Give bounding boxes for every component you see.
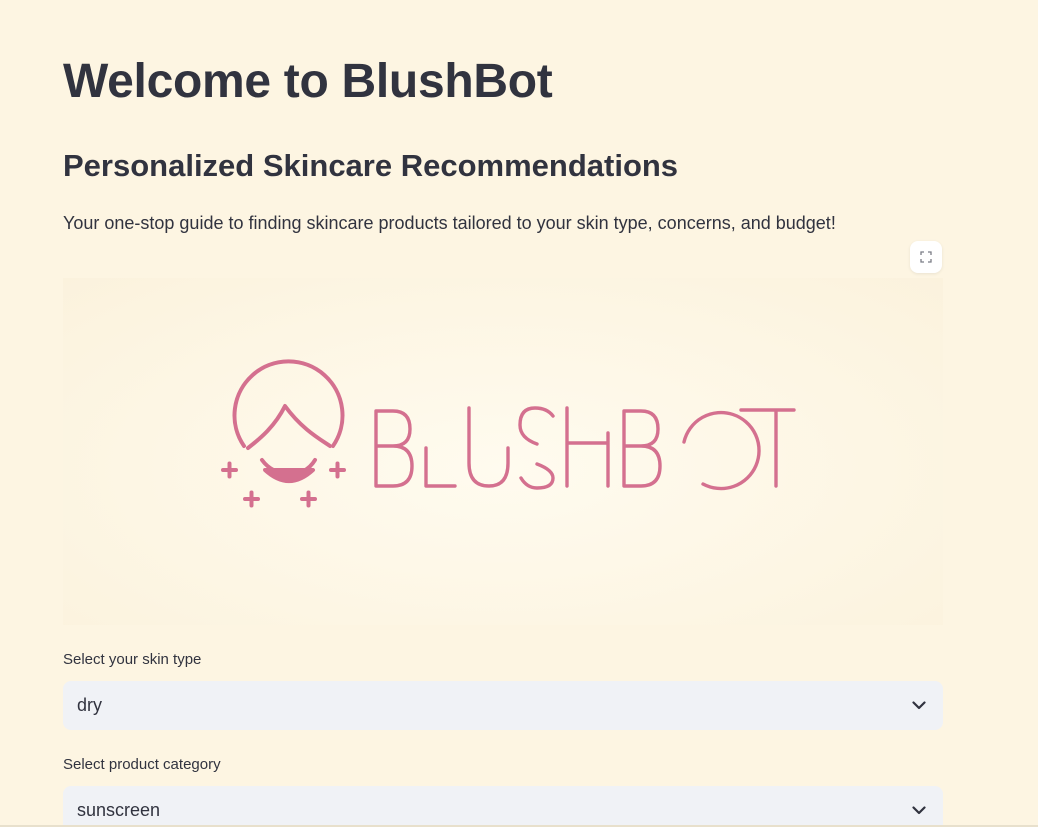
product-category-select[interactable]: sunscreen [63, 786, 943, 827]
chevron-down-icon [909, 696, 929, 716]
product-category-label: Select product category [63, 756, 221, 773]
product-category-value: sunscreen [77, 800, 161, 820]
blushbot-logo-image [63, 278, 943, 625]
fullscreen-icon [920, 251, 932, 263]
blushbot-logo [221, 359, 796, 508]
fullscreen-button[interactable] [910, 241, 942, 273]
page-title: Welcome to BlushBot [63, 55, 553, 108]
skin-type-label: Select your skin type [63, 651, 202, 668]
skin-type-select[interactable]: dry [63, 681, 943, 730]
skin-type-value: dry [77, 695, 103, 715]
page-subtitle: Personalized Skincare Recommendations [63, 148, 679, 183]
chevron-down-icon [909, 801, 929, 821]
girl-face-icon [221, 359, 346, 508]
tagline: Your one-stop guide to finding skincare … [63, 213, 836, 233]
blushbot-wordmark [374, 406, 796, 491]
